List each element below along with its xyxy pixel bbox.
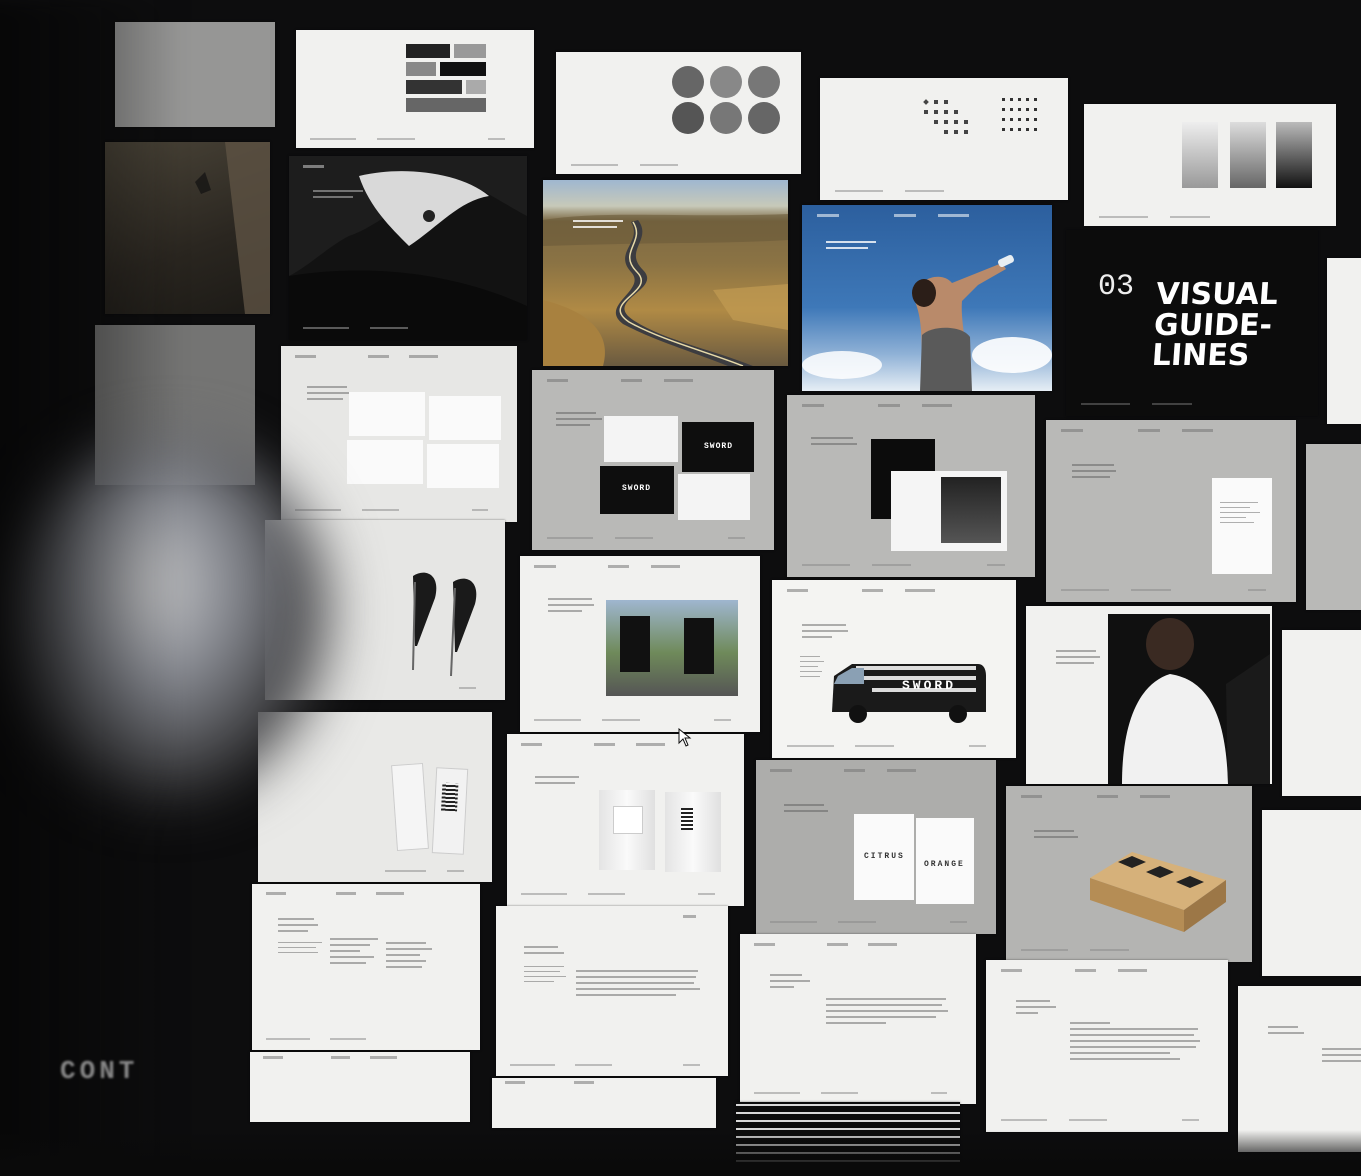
title-line: VISUAL bbox=[1154, 277, 1280, 312]
blurred-left-shadow bbox=[0, 0, 180, 1176]
slide-packaging-bars bbox=[258, 712, 492, 882]
slide-thumbnail bbox=[1327, 258, 1361, 424]
slide-visual-guidelines: 03 VISUAL GUIDE- LINES bbox=[1066, 230, 1318, 416]
slide-apparel bbox=[1026, 606, 1272, 784]
slide-business-cards-sword: SWORD SWORD bbox=[532, 370, 774, 550]
slide-letterhead bbox=[1046, 420, 1296, 602]
photo-of-monitor: 03 VISUAL GUIDE- LINES SWORD SWORD SWORD… bbox=[0, 0, 1361, 1176]
slide-packaging-pouches bbox=[507, 734, 744, 906]
slide-copy bbox=[496, 906, 728, 1076]
slide-business-cards-white bbox=[281, 346, 517, 522]
label-text-citrus: CITRUS bbox=[864, 852, 905, 861]
slide-thumbnail bbox=[820, 78, 1068, 200]
brochure bbox=[891, 471, 1007, 551]
partial-heading-text: CONT bbox=[60, 1056, 139, 1086]
business-card bbox=[604, 416, 678, 462]
slide-folder-mockup bbox=[787, 395, 1035, 577]
van-sword-wordmark: SWORD bbox=[902, 678, 957, 693]
pouch bbox=[599, 790, 655, 870]
slide-thumbnail bbox=[296, 30, 534, 148]
business-card bbox=[349, 392, 425, 436]
business-card-dark: SWORD bbox=[682, 422, 754, 472]
slide-thumbnail bbox=[1282, 630, 1361, 796]
pouch bbox=[665, 792, 721, 872]
slide-thumbnail bbox=[250, 1052, 470, 1122]
slide-thumbnail bbox=[1084, 104, 1336, 226]
business-card-dark: SWORD bbox=[600, 466, 674, 514]
slide-copy bbox=[986, 960, 1228, 1132]
title-line: GUIDE- bbox=[1152, 307, 1274, 343]
slide-thumbnail bbox=[1306, 444, 1361, 610]
business-card bbox=[429, 396, 501, 440]
apparel-photo bbox=[1108, 614, 1270, 784]
business-card bbox=[427, 444, 499, 488]
photo-slide-landscape bbox=[543, 180, 788, 366]
slide-thumbnail bbox=[492, 1078, 716, 1128]
photo-slide-cyclist bbox=[289, 156, 527, 340]
slide-copy bbox=[252, 884, 480, 1050]
slide-shipping-box bbox=[1006, 786, 1252, 962]
slide-thumbnail bbox=[1238, 986, 1361, 1152]
label-card: ORANGE bbox=[916, 818, 974, 904]
title-line: LINES bbox=[1150, 338, 1251, 374]
bar-wrapper bbox=[391, 762, 429, 852]
label-card: CITRUS bbox=[854, 814, 914, 900]
letterhead-sheet bbox=[1212, 478, 1272, 574]
slide-grid: 03 VISUAL GUIDE- LINES SWORD SWORD SWORD… bbox=[0, 0, 1361, 1176]
slide-labels-citrus-orange: CITRUS ORANGE bbox=[756, 760, 996, 934]
slide-vehicle-wrap: SWORD bbox=[772, 580, 1016, 758]
slide-pattern bbox=[736, 1102, 960, 1176]
cursor-arrow-icon bbox=[678, 728, 692, 747]
slide-thumbnail bbox=[1262, 810, 1361, 976]
business-card bbox=[678, 474, 750, 520]
bus-shelter-photo bbox=[606, 600, 738, 696]
label-text-orange: ORANGE bbox=[924, 860, 965, 869]
partial-heading: CONT bbox=[60, 1056, 138, 1086]
visual-guidelines-title: 03 VISUAL GUIDE- LINES bbox=[1098, 272, 1298, 382]
section-number: 03 bbox=[1098, 270, 1135, 304]
bar-wrapper bbox=[431, 767, 469, 855]
sword-wordmark: SWORD bbox=[704, 442, 734, 451]
slide-thumbnail bbox=[556, 52, 801, 174]
business-card bbox=[347, 440, 423, 484]
slide-bus-shelter bbox=[520, 556, 760, 732]
photo-slide-runner-drinking bbox=[802, 205, 1052, 391]
slide-copy bbox=[740, 934, 976, 1104]
sword-wordmark: SWORD bbox=[622, 484, 652, 493]
